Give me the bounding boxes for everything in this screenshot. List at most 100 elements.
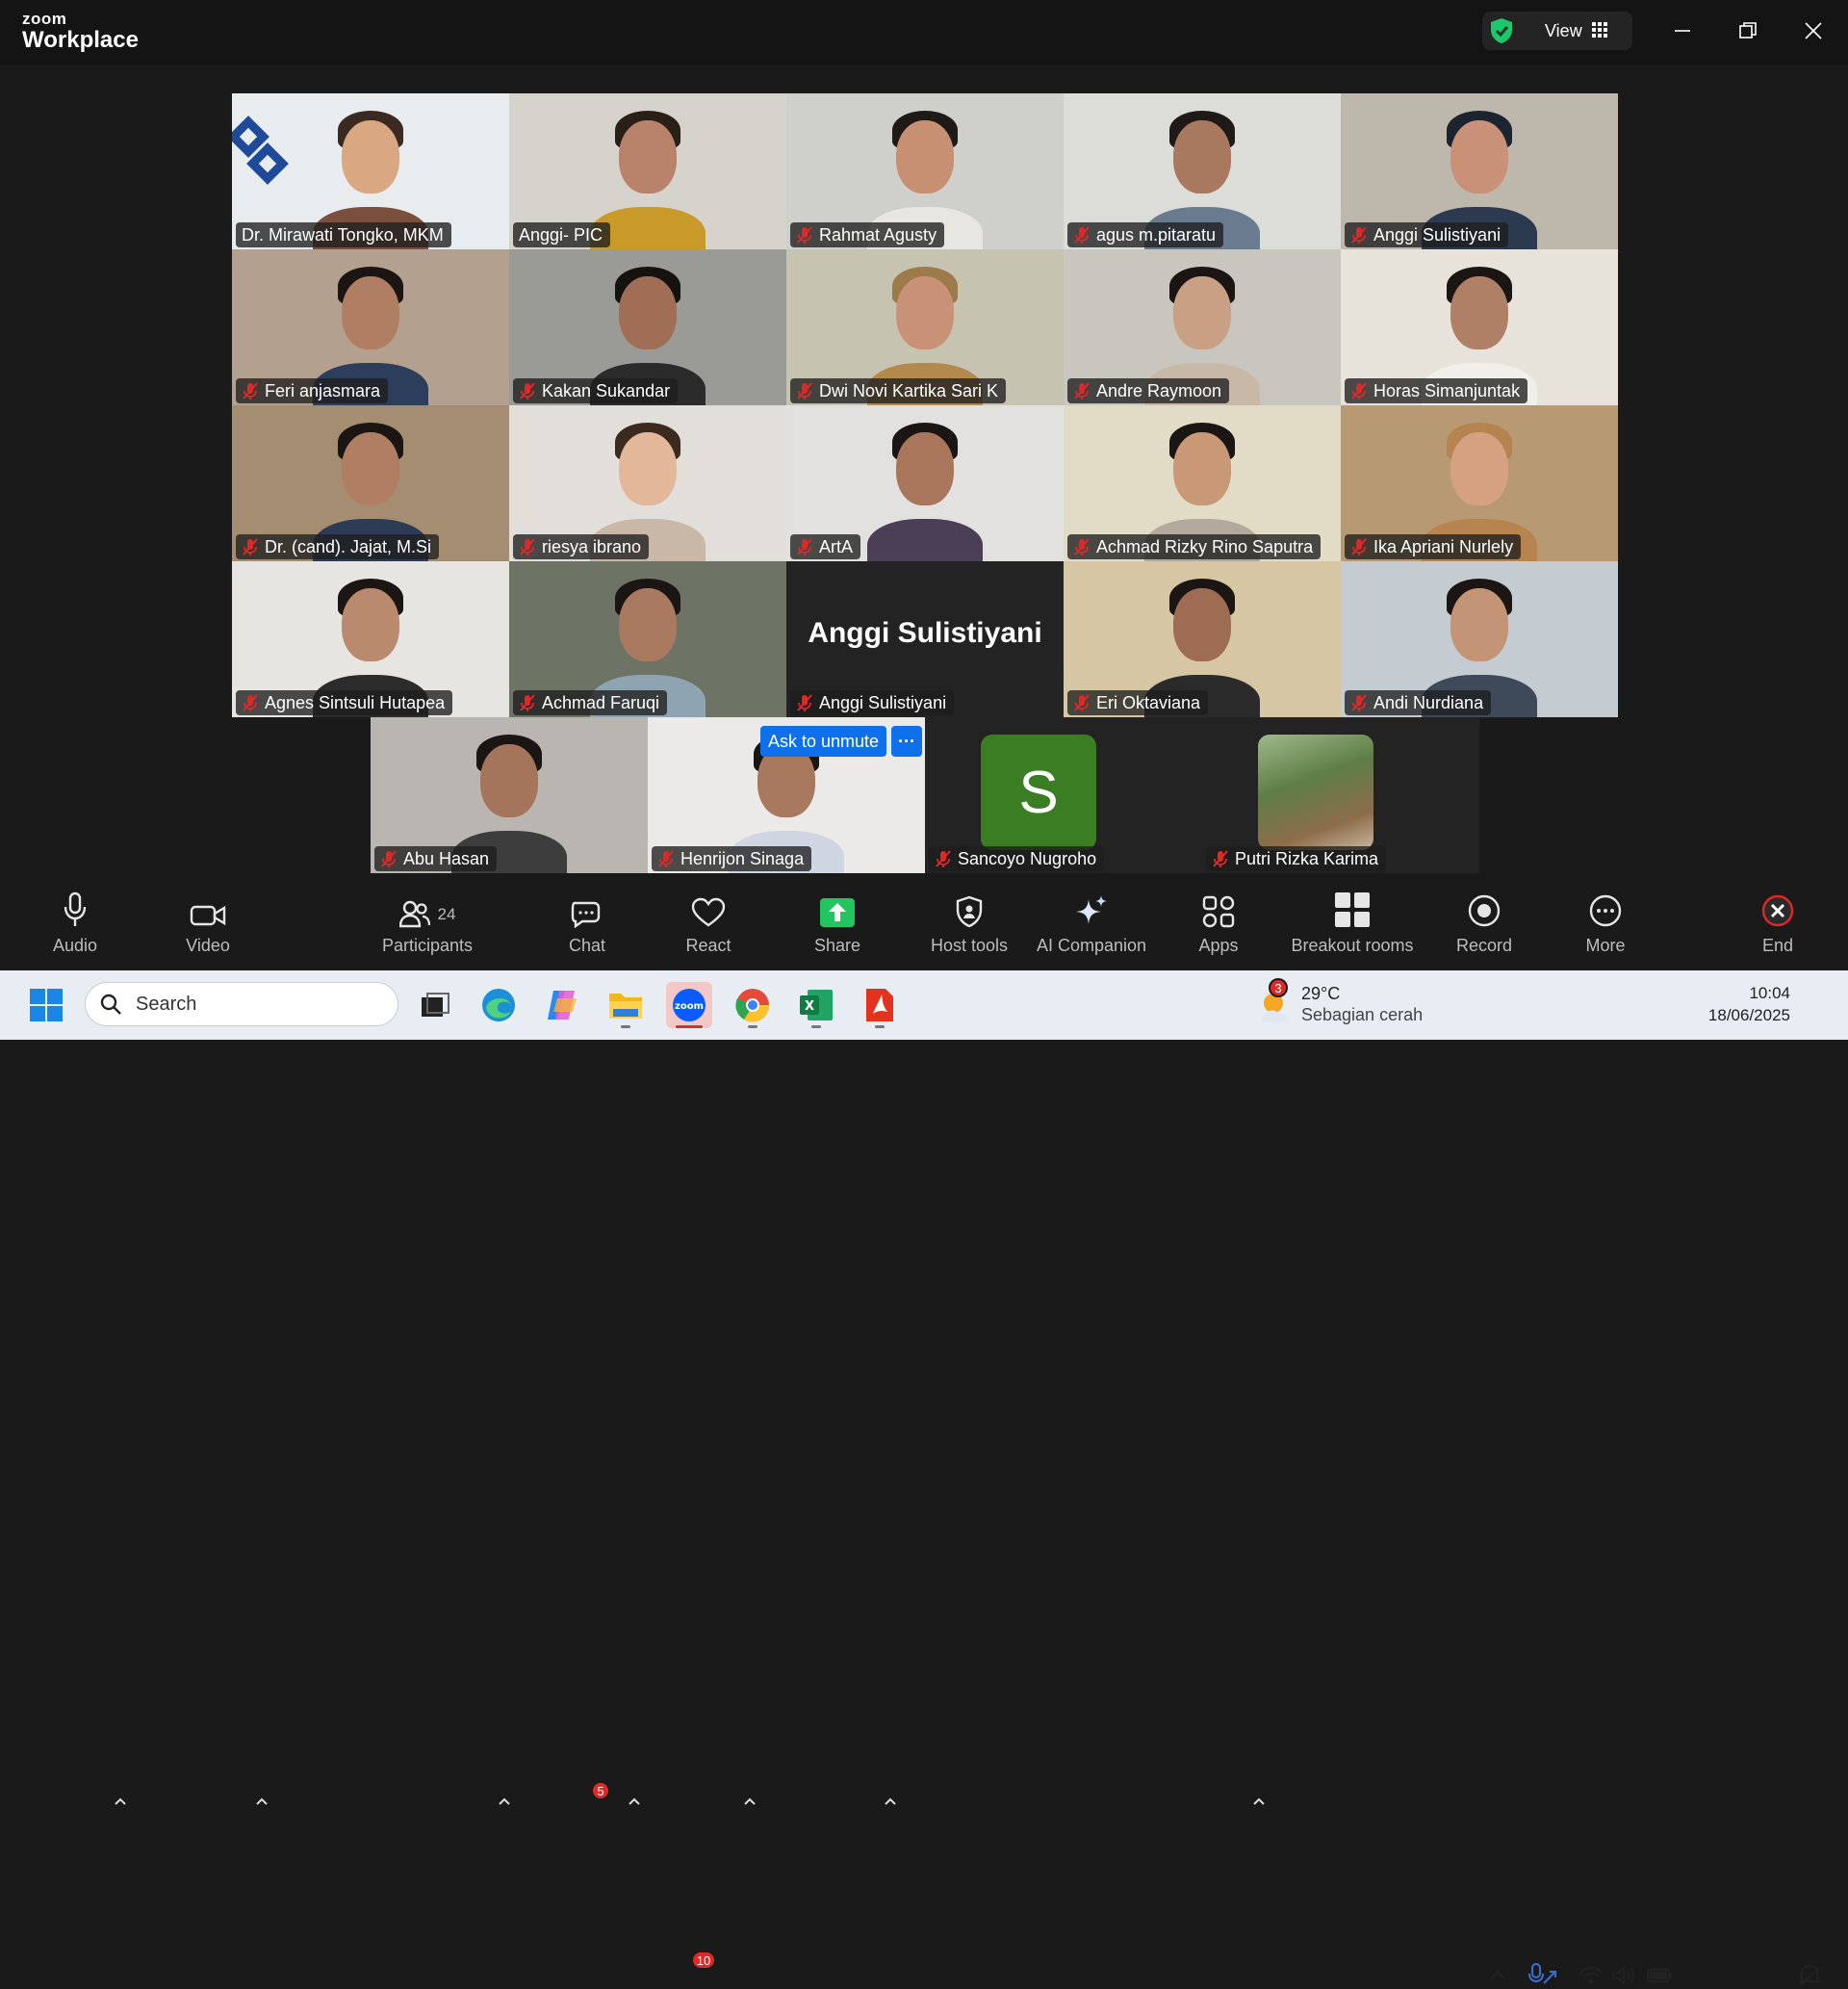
show-hidden-icons-chevron-up-icon[interactable] [1488,1968,1507,1981]
participant-tile[interactable]: ArtA [786,405,1064,561]
video-button[interactable]: Video [173,886,243,970]
participant-tile[interactable]: Dwi Novi Kartika Sari K [786,249,1064,405]
apps-options-chevron-up-icon[interactable] [1252,1796,1266,1806]
participant-tile[interactable]: Dr. Mirawati Tongko, MKM [232,93,509,249]
participant-tile[interactable]: Rahmat Agusty [786,93,1064,249]
chrome-app[interactable] [730,982,776,1028]
weather-widget[interactable]: 3 29°C Sebagian cerah [1257,978,1450,1028]
record-icon [1468,894,1501,927]
system-clock[interactable]: 10:04 18/06/2025 [1694,982,1790,1026]
share-label: Share [813,936,861,955]
participant-tile[interactable]: Eri Oktaviana [1064,561,1341,717]
participant-tile[interactable]: Agnes Sintsuli Hutapea [232,561,509,717]
participant-name-label: Rahmat Agusty [790,222,945,247]
view-label[interactable]: View [1545,21,1582,41]
share-button[interactable]: Share [803,886,872,970]
chat-options-chevron-up-icon[interactable] [628,1796,641,1806]
participant-tile[interactable]: Abu Hasan [371,717,648,873]
file-explorer-app[interactable] [603,982,649,1028]
participant-tile[interactable]: Anggi Sulistiyani Anggi Sulistiyani [786,561,1064,717]
share-options-chevron-up-icon[interactable] [884,1796,897,1806]
copilot-app[interactable] [539,982,585,1028]
taskbar-search[interactable]: Search [85,982,398,1026]
participant-tile[interactable]: Dr. (cand). Jajat, M.Si [232,405,509,561]
participant-tile[interactable]: riesya ibrano [509,405,786,561]
ai-companion-button[interactable]: AI Companion [1032,886,1151,970]
task-view-button[interactable] [412,982,458,1028]
video-camera-icon [190,905,226,926]
participants-button[interactable]: 24 Participants [370,886,485,970]
excel-app[interactable]: X [793,982,839,1028]
react-options-chevron-up-icon[interactable] [743,1796,757,1806]
participant-tile[interactable]: Achmad Rizky Rino Saputra [1064,405,1341,561]
gallery-grid-icon[interactable] [1592,22,1607,38]
running-indicator [621,1025,630,1028]
participant-name-label: Achmad Faruqi [513,690,668,715]
audio-button[interactable]: Audio [40,886,110,970]
participant-avatar: S [981,735,1096,850]
start-button[interactable] [23,982,69,1028]
zoom-app[interactable]: zoom [666,982,712,1028]
close-button[interactable] [1794,13,1833,48]
breakout-rooms-icon [1335,892,1370,927]
participant-tile[interactable]: agus m.pitaratu [1064,93,1341,249]
record-button[interactable]: Record [1450,886,1519,970]
participant-tile[interactable]: Ika Apriani Nurlely [1341,405,1618,561]
apps-button[interactable]: Apps [1184,886,1253,970]
react-button[interactable]: React [674,886,743,970]
participant-tile[interactable]: Kakan Sukandar [509,249,786,405]
participant-tile[interactable]: S Sancoyo Nugroho [925,717,1202,873]
audio-options-chevron-up-icon[interactable] [114,1796,127,1806]
participant-tile[interactable]: Anggi- PIC [509,93,786,249]
participant-name-label: Dr. Mirawati Tongko, MKM [236,222,451,247]
pdf-document-icon [866,989,893,1021]
weather-description: Sebagian cerah [1301,1005,1424,1024]
wifi-icon[interactable] [1578,1965,1604,1986]
encryption-shield-icon[interactable] [1489,17,1514,44]
participant-name-label: Putri Rizka Karima [1206,846,1387,871]
chat-button[interactable]: Chat [552,886,622,970]
participant-name-label: Henrijon Sinaga [652,846,812,871]
ask-to-unmute-button[interactable]: Ask to unmute [760,726,887,757]
participant-name-label: Dwi Novi Kartika Sari K [790,378,1007,403]
participant-tile[interactable]: Horas Simanjuntak [1341,249,1618,405]
participants-options-chevron-up-icon[interactable] [498,1796,511,1806]
more-button[interactable]: More [1571,886,1640,970]
volume-icon[interactable] [1611,1965,1636,1986]
muted-microphone-icon [1351,694,1367,711]
video-options-chevron-up-icon[interactable] [255,1796,269,1806]
chat-unread-badge: 5 [591,1781,610,1800]
participant-name-label: Kakan Sukandar [513,378,679,403]
running-indicator [748,1025,757,1028]
participant-tile[interactable]: Achmad Faruqi [509,561,786,717]
edge-app[interactable] [475,982,522,1028]
minimize-button[interactable] [1663,13,1702,48]
participant-tile[interactable]: Andre Raymoon [1064,249,1341,405]
restore-button[interactable] [1729,13,1767,48]
muted-microphone-icon [936,850,951,867]
participant-name-label: Eri Oktaviana [1067,690,1209,715]
tile-more-button[interactable]: ··· [891,726,922,757]
microphone-in-use-icon[interactable] [1527,1962,1557,1989]
search-placeholder: Search [136,993,197,1015]
weather-alert-badge: 3 [1269,978,1288,997]
notification-bell-icon[interactable] [1796,1962,1823,1989]
pdf-app[interactable] [857,982,903,1028]
svg-text:X: X [805,999,814,1014]
chat-label: Chat [568,936,606,955]
participant-name-label: Anggi Sulistiyani [1345,222,1509,247]
participant-name-label: Anggi- PIC [513,222,611,247]
participant-tile[interactable]: Anggi Sulistiyani [1341,93,1618,249]
copilot-icon [548,991,577,1020]
participant-name-label: Andre Raymoon [1067,378,1230,403]
battery-icon[interactable] [1646,1965,1675,1986]
breakout-rooms-button[interactable]: Breakout rooms [1280,886,1424,970]
participant-tile[interactable]: Feri anjasmara [232,249,509,405]
sparkle-icon [1076,895,1107,924]
host-tools-button[interactable]: Host tools [916,886,1022,970]
end-meeting-button[interactable]: End [1743,886,1812,970]
record-label: Record [1455,936,1513,955]
participant-tile[interactable]: Putri Rizka Karima [1202,717,1479,873]
participant-tile[interactable]: Andi Nurdiana [1341,561,1618,717]
muted-microphone-icon [797,694,812,711]
